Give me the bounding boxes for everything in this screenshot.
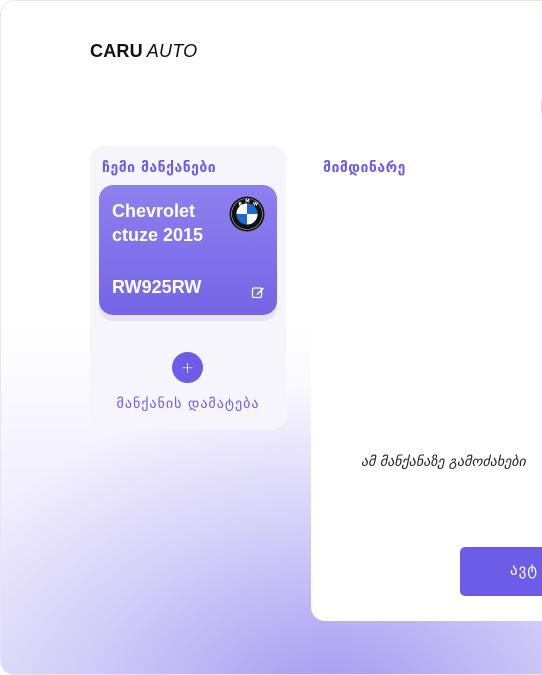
app-logo[interactable]: CARU AUTO [90, 41, 197, 62]
plus-icon: + [180, 357, 195, 377]
svg-text:W: W [253, 202, 258, 208]
add-car-button[interactable]: + [172, 352, 203, 383]
call-assistance-label: ავტ [510, 561, 539, 579]
add-car-label[interactable]: მანქანის დამატება [90, 396, 286, 412]
car-name: Chevrolet ctuze 2015 [112, 201, 204, 245]
my-cars-title: ჩემი მანქანები [102, 160, 217, 176]
my-cars-panel: ჩემი მანქანები Chevrolet ctuze 2015 B M … [90, 146, 286, 430]
logo-sub: AUTO [146, 41, 198, 61]
current-panel: მიმდინარე ამ მანქანაზე გამოძახები ავტ [311, 146, 542, 621]
bmw-logo-icon: B M W [229, 196, 265, 232]
call-assistance-button[interactable]: ავტ [460, 547, 542, 596]
svg-text:M: M [245, 198, 250, 204]
edit-icon[interactable] [251, 285, 265, 299]
svg-text:B: B [239, 202, 243, 208]
current-title: მიმდინარე [323, 160, 406, 176]
logo-brand: CARU [90, 41, 143, 61]
empty-state-text: ამ მანქანაზე გამოძახები [361, 454, 526, 470]
car-card[interactable]: Chevrolet ctuze 2015 B M W RW925RW [99, 185, 277, 315]
app-frame: CARU AUTO ჩემი მანქანები Chevrolet ctuze … [0, 0, 542, 675]
car-plate: RW925RW [112, 277, 202, 297]
